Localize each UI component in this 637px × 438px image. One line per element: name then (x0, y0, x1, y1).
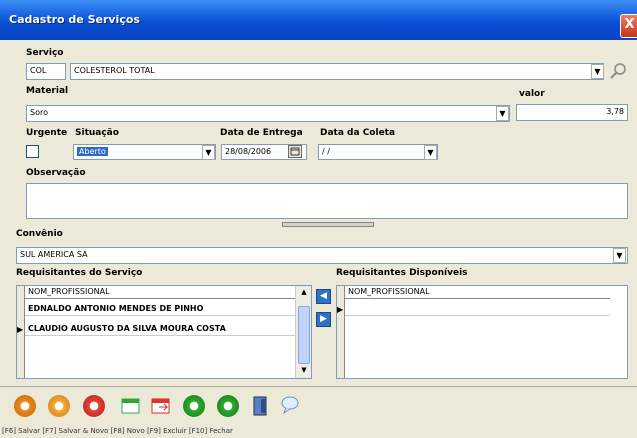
move-left-button[interactable]: ◀ (316, 289, 331, 304)
observacao-field[interactable] (26, 183, 628, 219)
splitter-handle[interactable] (282, 222, 374, 227)
title-bar: Cadastro de Serviços X (0, 0, 637, 40)
chevron-down-icon: ▼ (205, 148, 212, 157)
table-row[interactable]: EDNALDO ANTONIO MENDES DE PINHO (25, 303, 295, 316)
convenio-label: Convênio (16, 229, 63, 239)
next-record-icon[interactable] (217, 395, 239, 417)
requisitantes-grid[interactable]: NOM_PROFISSIONAL EDNALDO ANTONIO MENDES … (16, 285, 312, 379)
material-dropdown-button[interactable]: ▼ (496, 106, 509, 121)
servico-label: Serviço (26, 48, 64, 58)
first-record-icon[interactable] (183, 395, 205, 417)
convenio-field[interactable]: SUL AMERICA SA (16, 247, 628, 264)
chevron-down-icon: ▼ (616, 251, 623, 260)
chevron-down-icon: ▼ (594, 67, 601, 76)
scroll-up-icon[interactable]: ▲ (297, 288, 311, 299)
calendar-add-icon[interactable] (120, 395, 142, 415)
chevron-down-icon: ▼ (499, 109, 506, 118)
observacao-label: Observação (26, 168, 86, 178)
data-coleta-label: Data da Coleta (320, 128, 396, 138)
current-row-arrow-icon: ▶ (17, 325, 24, 334)
valor-label: valor (519, 89, 545, 99)
situacao-label: Situação (75, 128, 119, 138)
servico-name-field[interactable]: COLESTEROL TOTAL (70, 63, 604, 80)
arrow-right-icon: ▶ (320, 314, 327, 324)
status-bar: [F6] Salvar [F7] Salvar & Novo [F8] Novo… (2, 427, 233, 435)
material-field[interactable]: Soro (26, 105, 510, 122)
move-right-button[interactable]: ▶ (316, 312, 331, 327)
close-button[interactable]: X (620, 14, 637, 38)
window-title: Cadastro de Serviços (9, 13, 140, 26)
urgente-checkbox[interactable] (26, 145, 39, 158)
column-header[interactable]: NOM_PROFISSIONAL (345, 286, 610, 299)
material-label: Material (26, 86, 69, 96)
situacao-select[interactable]: Aberto (73, 144, 216, 160)
current-row-arrow-icon: ▶ (337, 305, 344, 314)
servico-dropdown-button[interactable]: ▼ (591, 64, 604, 79)
requisitantes-label: Requisitantes do Serviço (16, 268, 143, 278)
column-header[interactable]: NOM_PROFISSIONAL (25, 286, 295, 299)
disponiveis-grid[interactable]: NOM_PROFISSIONAL ▶ (336, 285, 628, 379)
scrollbar-thumb[interactable] (298, 306, 310, 364)
save-and-new-icon[interactable] (48, 395, 70, 417)
arrow-left-icon: ◀ (320, 291, 327, 301)
disponiveis-label: Requisitantes Disponíveis (336, 268, 468, 278)
save-icon[interactable] (14, 395, 36, 417)
scroll-down-icon[interactable]: ▼ (297, 366, 311, 377)
convenio-dropdown-button[interactable]: ▼ (613, 248, 626, 263)
new-icon[interactable] (83, 395, 105, 417)
calendar-icon[interactable] (288, 145, 302, 158)
exit-door-icon[interactable] (252, 395, 270, 417)
valor-field[interactable]: 3,78 (516, 104, 628, 121)
chevron-down-icon: ▼ (427, 148, 434, 157)
table-row[interactable] (345, 303, 610, 316)
toolbar-divider (0, 386, 637, 387)
search-icon[interactable] (610, 62, 628, 80)
toolbar (4, 391, 364, 421)
calendar-export-icon[interactable] (150, 395, 172, 415)
urgente-label: Urgente (26, 128, 68, 138)
situacao-value: Aberto (77, 147, 108, 156)
data-coleta-dropdown-button[interactable]: ▼ (424, 145, 437, 160)
vertical-scrollbar[interactable]: ▲ ▼ (295, 286, 311, 378)
help-bubble-icon[interactable] (280, 395, 300, 415)
data-entrega-label: Data de Entrega (220, 128, 303, 138)
data-coleta-field[interactable]: / / (318, 144, 438, 160)
servico-code-field[interactable]: COL (26, 63, 66, 80)
situacao-dropdown-button[interactable]: ▼ (202, 145, 215, 160)
table-row[interactable]: CLAUDIO AUGUSTO DA SILVA MOURA COSTA (25, 323, 295, 336)
row-indicator-column (337, 286, 345, 378)
